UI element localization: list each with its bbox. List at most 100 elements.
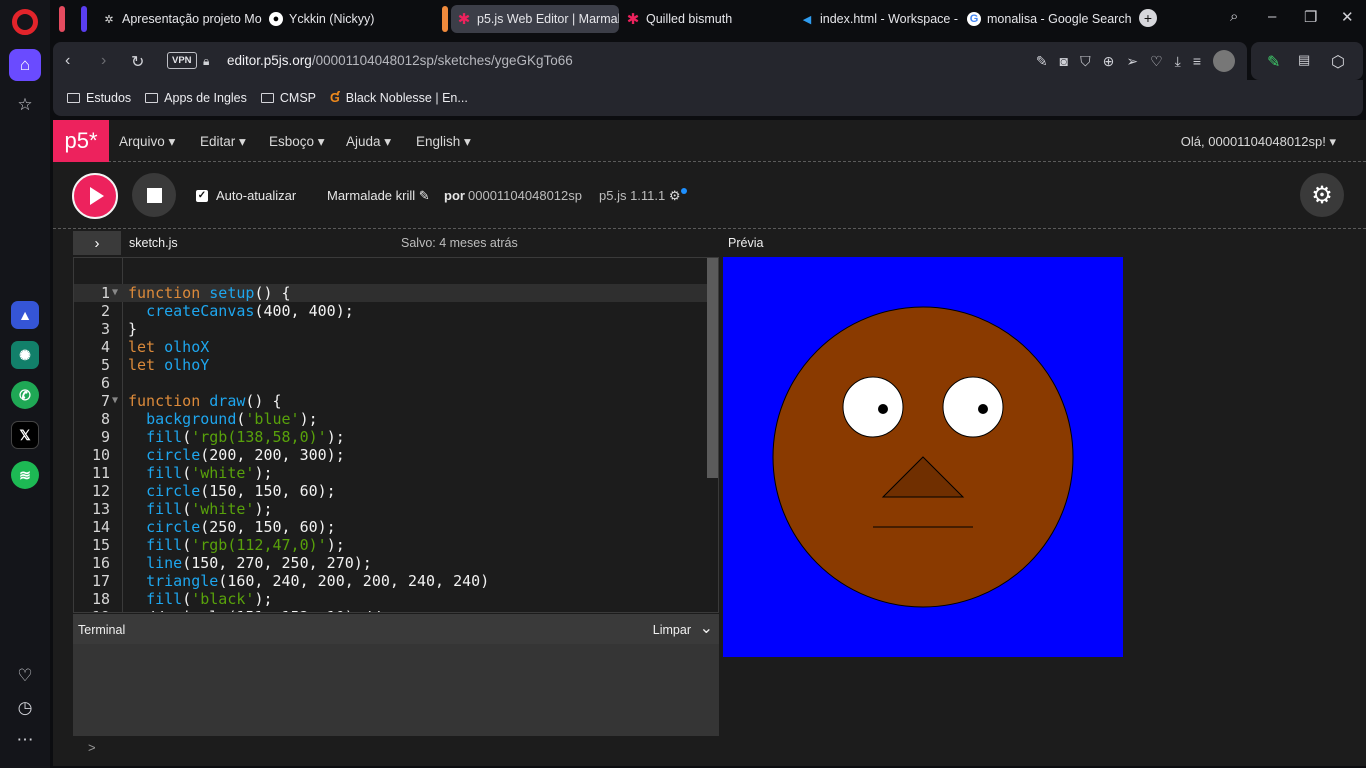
code-line[interactable]: 9 fill('rgb(138,58,0)');: [74, 428, 708, 446]
code-line[interactable]: 13 fill('white');: [74, 500, 708, 518]
search-tabs-icon[interactable]: ⌕: [1230, 8, 1238, 25]
menu-esboco[interactable]: Esboço ▾: [269, 134, 325, 150]
play-button[interactable]: [72, 173, 118, 219]
tab-group-stripe[interactable]: [59, 6, 65, 32]
whatsapp-app-icon[interactable]: ✆: [11, 381, 39, 409]
minimize-button[interactable]: –: [1268, 8, 1276, 25]
star-icon[interactable]: ☆: [9, 89, 41, 121]
code-line[interactable]: 12 circle(150, 150, 60);: [74, 482, 708, 500]
bookmark-apps-de-ingles[interactable]: Apps de Ingles: [145, 91, 247, 105]
shield-icon[interactable]: ⛉: [1080, 53, 1091, 70]
close-window-button[interactable]: ✕: [1341, 8, 1354, 26]
avatar[interactable]: [1213, 50, 1235, 72]
code-line[interactable]: 2 createCanvas(400, 400);: [74, 302, 708, 320]
bookmark-black-noblesse[interactable]: Ɠ Black Noblesse | En...: [330, 91, 468, 105]
lock-icon[interactable]: 🔒︎: [203, 54, 209, 69]
editor-scrollbar[interactable]: [707, 258, 718, 478]
heart-icon[interactable]: ♡: [9, 660, 41, 692]
home-icon[interactable]: ⌂: [9, 49, 41, 81]
tab-apresentacao[interactable]: ✲ Apresentação projeto Mo: [96, 5, 262, 33]
settings-button[interactable]: ⚙: [1300, 173, 1344, 217]
code-line[interactable]: 17 triangle(160, 240, 200, 200, 240, 240…: [74, 572, 708, 590]
menu-ajuda[interactable]: Ajuda ▾: [346, 134, 391, 150]
heart-icon[interactable]: ♡: [1150, 53, 1163, 70]
code-line[interactable]: 16 line(150, 270, 250, 270);: [74, 554, 708, 572]
stop-button[interactable]: [132, 173, 176, 217]
maximize-button[interactable]: ❐: [1304, 8, 1317, 26]
bookmark-estudos[interactable]: Estudos: [67, 91, 131, 105]
code-line[interactable]: 6: [74, 374, 708, 392]
tab-quilled-bismuth[interactable]: ✱ Quilled bismuth: [620, 5, 790, 33]
author-link[interactable]: 00001104048012sp: [468, 188, 582, 203]
translate-icon[interactable]: ⊕: [1103, 53, 1115, 70]
clear-console-button[interactable]: Limpar: [653, 623, 691, 637]
code-token: 'rgb(138,58,0)': [191, 428, 327, 446]
edit-icon[interactable]: ✎: [1036, 53, 1048, 70]
opera-logo-icon[interactable]: [12, 9, 38, 35]
back-icon[interactable]: ‹: [65, 52, 70, 70]
code-token: () {: [245, 392, 282, 410]
menu-editar[interactable]: Editar ▾: [200, 134, 246, 150]
code-line[interactable]: 4 let olhoX: [74, 338, 708, 356]
history-icon[interactable]: ◷: [9, 692, 41, 724]
tab-google-search[interactable]: G monalisa - Google Search: [961, 5, 1135, 33]
sketch-preview-canvas[interactable]: [723, 257, 1123, 657]
code-line[interactable]: 19 // circle(151, 152, 10) //: [74, 608, 708, 612]
menu-icon[interactable]: ≡: [1193, 53, 1201, 69]
download-icon[interactable]: ⤓: [1175, 53, 1181, 70]
code-editor[interactable]: 1 ▼ function setup() {2 createCanvas(400, …: [73, 257, 719, 613]
spotify-app-icon[interactable]: ≋: [11, 461, 39, 489]
tab-p5-editor[interactable]: ✱ p5.js Web Editor | Marmala: [451, 5, 619, 33]
code-line[interactable]: 7 ▼ function draw() {: [74, 392, 708, 410]
auto-refresh-label: Auto-atualizar: [216, 188, 297, 203]
tab-group-stripe[interactable]: [81, 6, 87, 32]
bookmark-label: Apps de Ingles: [164, 91, 247, 105]
code-token: () {: [254, 284, 291, 302]
url-field[interactable]: editor.p5js.org/00001104048012sp/sketche…: [227, 53, 573, 68]
forward-icon[interactable]: ›: [101, 52, 106, 70]
vpn-badge[interactable]: VPN: [167, 52, 197, 69]
send-icon[interactable]: ➢: [1126, 53, 1138, 70]
code-line[interactable]: 18 fill('black');: [74, 590, 708, 608]
new-tab-button[interactable]: +: [1139, 9, 1157, 27]
tab-github[interactable]: ● Yckkin (Nickyy): [263, 5, 433, 33]
console-prompt[interactable]: >: [88, 740, 96, 755]
file-sidebar-toggle[interactable]: ›: [73, 231, 121, 255]
cube-icon[interactable]: ⬡: [1331, 52, 1345, 72]
aria-app-icon[interactable]: ▲: [11, 301, 39, 329]
code-line[interactable]: 1 ▼ function setup() {: [74, 284, 708, 302]
tab-vscode[interactable]: ◀ index.html - Workspace - V: [794, 5, 959, 33]
bookmark-cmsp[interactable]: CMSP: [260, 91, 316, 105]
fold-toggle-icon[interactable]: ▼: [112, 392, 118, 410]
auto-refresh-checkbox[interactable]: ✓: [196, 190, 208, 202]
chevron-down-icon[interactable]: ⌄: [700, 618, 713, 638]
x-app-icon[interactable]: 𝕏: [11, 421, 39, 449]
menu-language[interactable]: English ▾: [416, 134, 471, 150]
reload-icon[interactable]: ↻: [131, 52, 144, 72]
chatgpt-app-icon[interactable]: ✺: [11, 341, 39, 369]
sketch-name[interactable]: Marmalade krill ✎: [327, 188, 430, 204]
code-line[interactable]: 8 background('blue');: [74, 410, 708, 428]
tab-group-stripe[interactable]: [442, 6, 448, 32]
code-token: }: [128, 320, 138, 338]
code-line[interactable]: 5 let olhoY: [74, 356, 708, 374]
menu-arquivo[interactable]: Arquivo ▾: [119, 134, 175, 150]
user-menu[interactable]: Olá, 00001104048012sp! ▾: [1181, 134, 1336, 150]
code-line[interactable]: 11 fill('white');: [74, 464, 708, 482]
code-line[interactable]: 10 circle(200, 200, 300);: [74, 446, 708, 464]
version-label[interactable]: p5.js 1.11.1 ⚙: [599, 188, 687, 204]
pen-icon[interactable]: ✎: [1267, 52, 1280, 72]
more-icon[interactable]: ⋯: [9, 724, 41, 756]
fold-toggle-icon[interactable]: ▼: [112, 284, 118, 302]
line-number: 2: [100, 302, 110, 320]
terminal-ext-icon[interactable]: ▤: [1298, 52, 1310, 68]
sketch-name-text: Marmalade krill: [327, 188, 416, 203]
file-tab-name[interactable]: sketch.js: [129, 236, 178, 250]
camera-icon[interactable]: ◙: [1060, 53, 1068, 69]
terminal-header: Terminal Limpar ⌄: [73, 614, 719, 644]
code-line[interactable]: 15 fill('rgb(112,47,0)');: [74, 536, 708, 554]
code-line[interactable]: 3}: [74, 320, 708, 338]
p5-logo[interactable]: p5*: [53, 120, 109, 162]
code-line[interactable]: 14 circle(250, 150, 60);: [74, 518, 708, 536]
